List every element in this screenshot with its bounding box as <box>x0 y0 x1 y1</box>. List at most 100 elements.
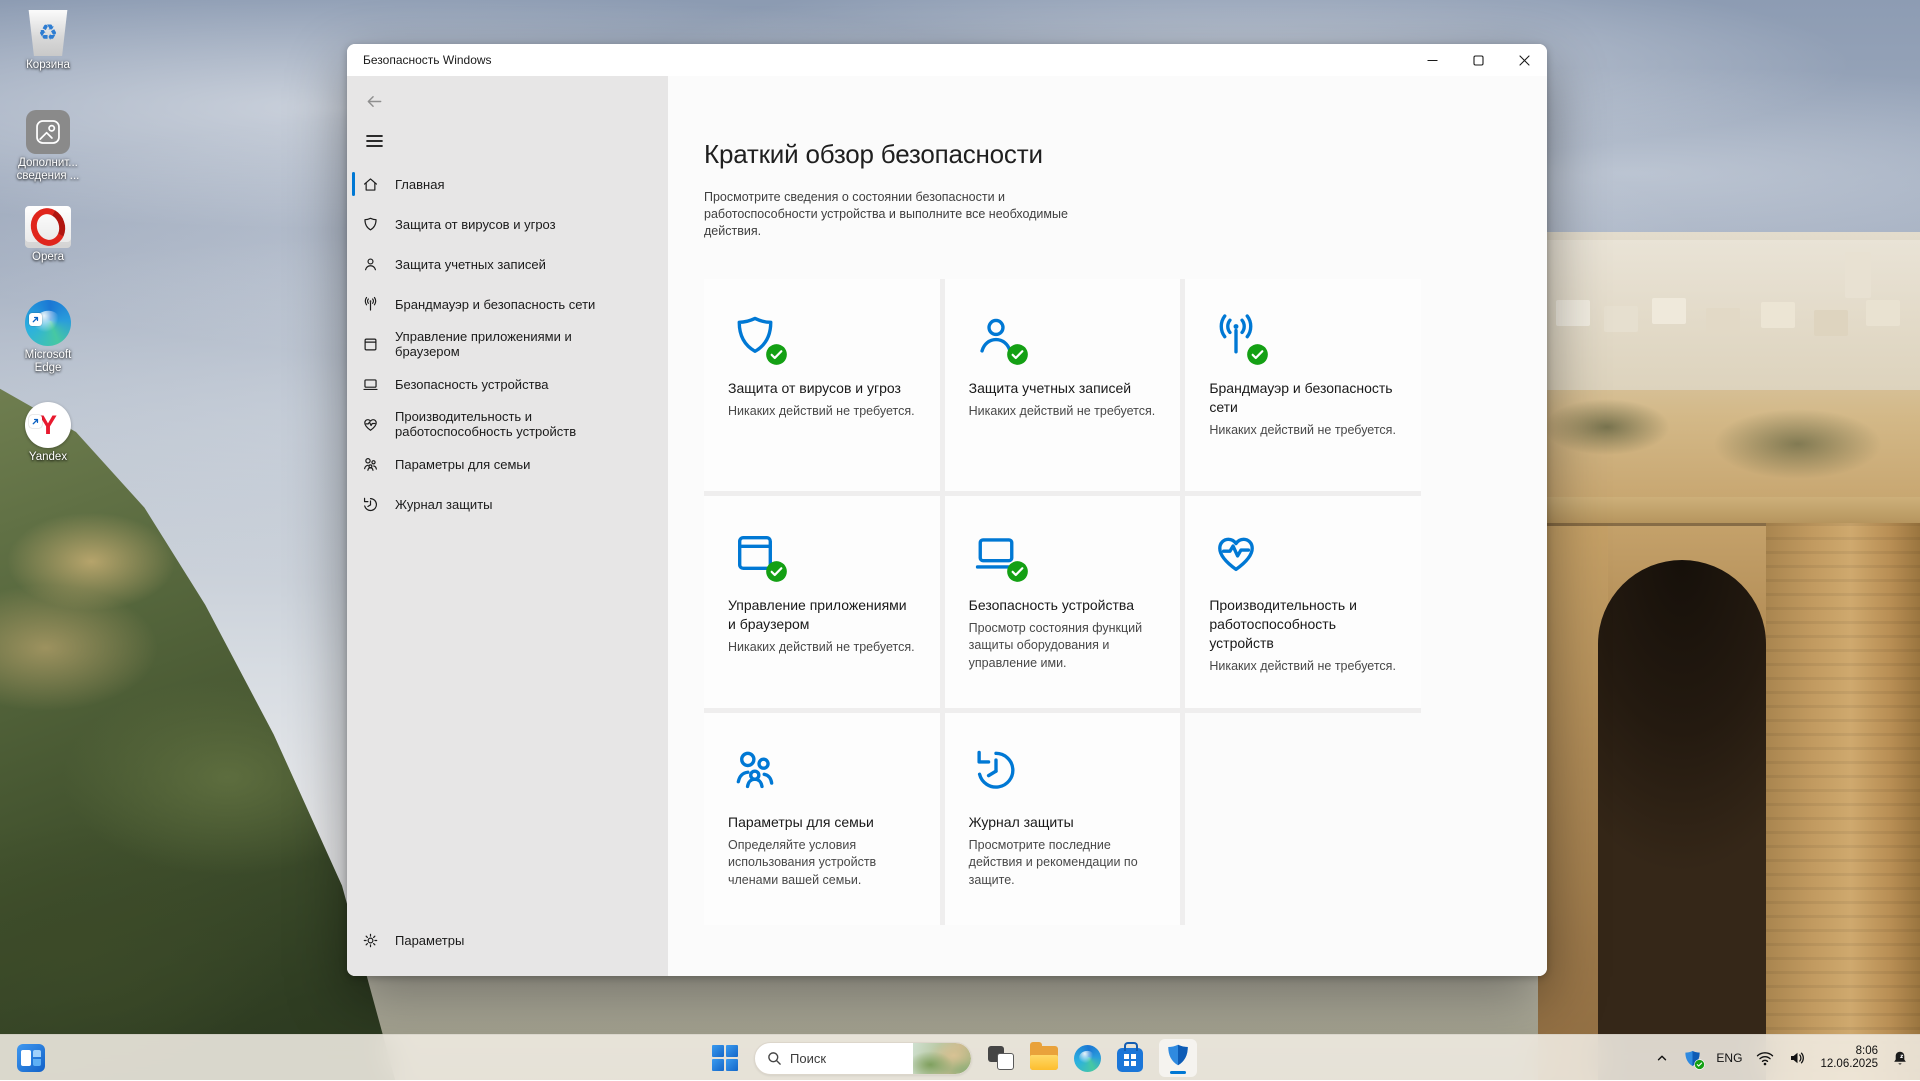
image-glyph-icon <box>33 117 63 147</box>
tray-chevron-icon[interactable] <box>1655 1051 1669 1065</box>
card-title: Брандмауэр и безопасность сети <box>1209 379 1397 417</box>
security-card[interactable]: Параметры для семьиОпределяйте условия и… <box>704 713 940 925</box>
security-card[interactable]: Управление приложениями и браузеромНикак… <box>704 496 940 708</box>
sidebar-nav: Главная Защита от вирусов и угроз Защита у… <box>347 164 668 524</box>
sidebar-item-label: Параметры для семьи <box>395 457 530 472</box>
defender-shield-icon <box>1165 1042 1191 1068</box>
tray-time: 8:06 <box>1820 1045 1878 1058</box>
tray-date: 12.06.2025 <box>1820 1058 1878 1071</box>
sidebar-item[interactable]: Брандмауэр и безопасность сети <box>347 284 668 324</box>
tray-clock[interactable]: 8:06 12.06.2025 <box>1820 1045 1878 1071</box>
notification-bell-icon[interactable] <box>1892 1050 1908 1067</box>
sidebar-item[interactable]: Параметры для семьи <box>347 444 668 484</box>
desktop-icon-opera[interactable]: Opera <box>10 206 86 264</box>
sidebar-item-label: Главная <box>395 177 444 192</box>
sidebar-item-settings[interactable]: Параметры <box>347 920 668 960</box>
apps-icon <box>361 335 380 354</box>
window-title: Безопасность Windows <box>363 53 492 67</box>
desktop-icon-label: Microsoft Edge <box>10 349 86 375</box>
sidebar-item-label: Брандмауэр и безопасность сети <box>395 297 595 312</box>
security-card[interactable]: Защита от вирусов и угроз Никаких действи… <box>704 279 940 491</box>
bridge-pillar <box>1766 523 1920 1080</box>
desktop-icon-label: Opera <box>32 251 64 264</box>
security-card[interactable]: Защита учетных записей Никаких действий н… <box>945 279 1181 491</box>
menu-button[interactable] <box>359 128 389 154</box>
recycle-glyph-icon: ♻ <box>38 20 58 46</box>
card-description: Просмотр состояния функций защиты оборуд… <box>969 620 1157 673</box>
security-card[interactable]: Производительность и работоспособность у… <box>1185 496 1421 708</box>
check-badge-icon <box>765 560 788 583</box>
search-icon <box>767 1051 782 1066</box>
sidebar-item[interactable]: Защита от вирусов и угроз <box>347 204 668 244</box>
page-title: Краткий обзор безопасности <box>704 137 1547 171</box>
person-icon <box>361 255 380 274</box>
card-title: Защита учетных записей <box>969 379 1157 398</box>
task-view-button[interactable] <box>988 1045 1014 1071</box>
sidebar-item[interactable]: Журнал защиты <box>347 484 668 524</box>
sidebar-item-label: Защита учетных записей <box>395 257 546 272</box>
village-tower <box>1845 252 1871 298</box>
card-description: Никаких действий не требуется. <box>728 403 916 421</box>
check-badge-icon <box>1694 1059 1705 1070</box>
main-content: Краткий обзор безопасности Просмотрите с… <box>668 76 1547 976</box>
desktop-icon-recycle-bin[interactable]: ♻ Корзина <box>10 10 86 72</box>
opera-icon <box>25 206 71 248</box>
security-card[interactable]: Брандмауэр и безопасность сетиНикаких де… <box>1185 279 1421 491</box>
card-title: Безопасность устройства <box>969 596 1157 615</box>
close-button[interactable] <box>1501 44 1547 76</box>
titlebar[interactable]: Безопасность Windows <box>347 44 1547 76</box>
sidebar-item[interactable]: Защита учетных записей <box>347 244 668 284</box>
card-description: Никаких действий не требуется. <box>969 403 1157 421</box>
security-card[interactable]: Журнал защитыПросмотрите последние дейст… <box>945 713 1181 925</box>
sidebar-item-label: Защита от вирусов и угроз <box>395 217 556 232</box>
volume-icon[interactable] <box>1788 1050 1806 1066</box>
bridge-deck <box>1538 497 1920 523</box>
widgets-button[interactable] <box>17 1044 45 1072</box>
start-button[interactable] <box>712 1045 738 1071</box>
check-badge-icon <box>1006 343 1029 366</box>
check-badge-icon <box>1246 343 1269 366</box>
sidebar-item[interactable]: Главная <box>347 164 668 204</box>
desktop-icon-edge[interactable]: Microsoft Edge <box>10 300 86 375</box>
photo-icon <box>26 110 70 154</box>
sidebar-item[interactable]: Производительность и работоспособность у… <box>347 404 668 444</box>
card-description: Никаких действий не требуется. <box>728 639 916 657</box>
security-card[interactable]: Безопасность устройства Просмотр состояни… <box>945 496 1181 708</box>
file-explorer-button[interactable] <box>1030 1046 1058 1070</box>
desktop-icon-label: Корзина <box>26 59 70 72</box>
card-title: Защита от вирусов и угроз <box>728 379 916 398</box>
active-app-indicator <box>1170 1071 1186 1074</box>
card-title: Параметры для семьи <box>728 813 916 832</box>
village-buildings <box>1556 300 1590 326</box>
search-placeholder: Поиск <box>790 1051 826 1066</box>
family-icon <box>361 455 380 474</box>
card-description: Никаких действий не требуется. <box>1209 658 1397 676</box>
shortcut-arrow-icon <box>29 313 42 326</box>
store-button[interactable] <box>1117 1048 1143 1072</box>
windows-security-taskbar-button[interactable] <box>1159 1039 1197 1077</box>
maximize-button[interactable] <box>1455 44 1501 76</box>
cards-grid: Защита от вирусов и угроз Никаких действи… <box>704 279 1421 925</box>
edge-button[interactable] <box>1074 1045 1101 1072</box>
home-icon <box>361 175 380 194</box>
sidebar-item-label: Параметры <box>395 933 464 948</box>
sidebar-item[interactable]: Безопасность устройства <box>347 364 668 404</box>
taskbar-search[interactable]: Поиск <box>754 1042 972 1075</box>
health-icon <box>361 415 380 434</box>
recycle-bin-icon: ♻ <box>26 10 70 56</box>
tray-security-icon[interactable] <box>1683 1049 1702 1068</box>
wifi-icon[interactable] <box>1756 1051 1774 1066</box>
sidebar-item[interactable]: Управление приложениями и браузером <box>347 324 668 364</box>
sidebar-item-label: Безопасность устройства <box>395 377 549 392</box>
device-icon <box>361 375 380 394</box>
back-button[interactable] <box>359 88 389 114</box>
health-icon <box>1209 526 1263 580</box>
network-icon <box>361 295 380 314</box>
check-badge-icon <box>1006 560 1029 583</box>
language-indicator[interactable]: ENG <box>1716 1051 1742 1065</box>
desktop-icon-additional-info[interactable]: Дополнит... сведения ... <box>10 110 86 183</box>
desktop-icon-yandex[interactable]: Y Yandex <box>10 402 86 464</box>
taskbar: Поиск ENG <box>0 1034 1920 1080</box>
minimize-button[interactable] <box>1409 44 1455 76</box>
empty-grid-cell <box>1185 713 1421 925</box>
